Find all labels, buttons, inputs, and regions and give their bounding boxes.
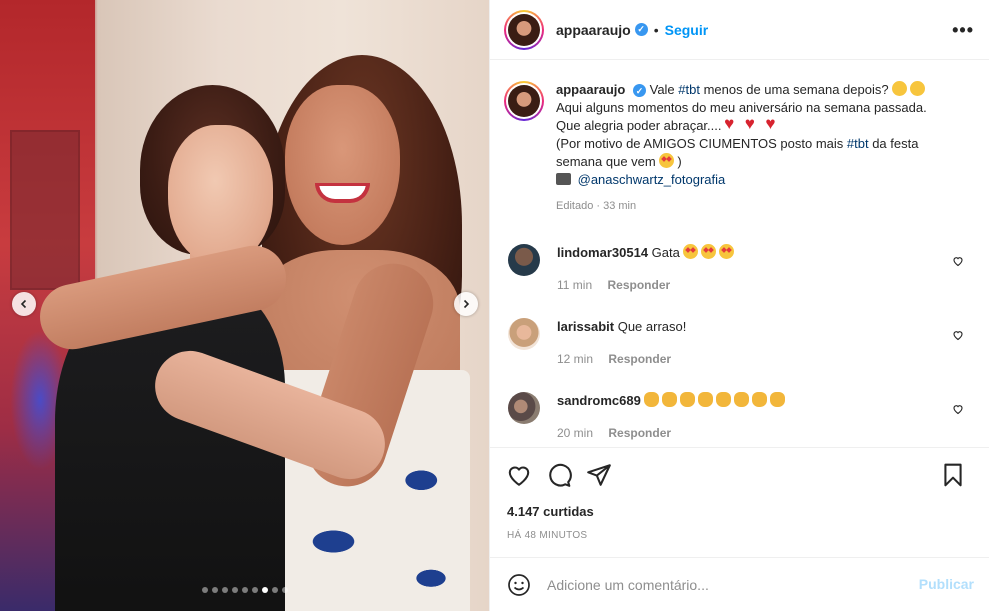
hashtag-link[interactable]: #tbt [678,82,700,97]
commenter-avatar[interactable] [508,244,540,276]
carousel-dot [221,587,228,593]
clapping-hands-icon [716,392,732,407]
clapping-hands-icon [662,392,678,407]
carousel-next-button[interactable] [454,292,478,316]
caption-meta: Editado · 33 min [556,200,637,212]
carousel-dot [241,587,248,593]
bookmark-icon [944,463,962,487]
caption-text: ) [677,154,682,169]
thinking-face-icon [892,81,908,96]
star-eyes-face-icon [659,153,675,168]
like-comment-button[interactable] [952,254,964,267]
reply-button[interactable]: Responder [607,278,670,292]
reply-button[interactable]: Responder [608,352,671,366]
commenter-username[interactable]: larissabit [557,319,614,334]
clapping-hands-icon [752,392,768,407]
caption-line: Aqui alguns momentos do meu aniversário … [556,100,927,115]
publish-button[interactable]: Publicar [919,576,974,592]
clapping-hands-icon [770,392,786,407]
comment-time: 11 min [557,278,593,292]
instagram-post: appaaraujo ✓ • Seguir ••• appaaraujo ✓ V… [0,0,989,611]
hashtag-link[interactable]: #tbt [847,136,869,151]
carousel-dot [281,587,288,593]
reply-button[interactable]: Responder [608,426,671,440]
clapping-hands-icon [644,392,660,407]
author-username[interactable]: appaaraujo [556,22,631,38]
carousel-dot [201,587,208,593]
camera-icon [556,173,571,185]
heart-outline-icon [953,331,963,341]
post-timestamp: HÁ 48 MINUTOS [507,530,588,541]
commenter-username[interactable]: lindomar30514 [557,245,648,260]
heart-icon [508,466,530,486]
heart-outline-icon [953,405,963,415]
share-button[interactable] [586,462,612,488]
commenter-avatar[interactable] [508,392,540,424]
caption-text: da festa [868,136,919,151]
carousel-prev-button[interactable] [12,292,36,316]
chevron-left-icon [20,299,27,309]
caption-text: (Por motivo de AMIGOS CIUMENTOS posto ma… [556,136,847,151]
comment-item: sandromc689 20 min Responder [508,392,978,442]
clapping-hands-icon [698,392,714,407]
clapping-hands-icon [734,392,750,407]
chevron-right-icon [463,299,470,309]
carousel-dot [261,587,268,593]
carousel-indicator [0,587,489,593]
comment-item: lindomar30514 Gata 11 min Responder [508,244,978,294]
like-comment-button[interactable] [952,402,964,415]
heart-icon [724,115,739,132]
carousel-dot [271,587,278,593]
like-comment-button[interactable] [952,328,964,341]
caption-avatar[interactable] [504,81,544,121]
post-side-panel: appaaraujo ✓ • Seguir ••• appaaraujo ✓ V… [489,0,989,611]
post-actions: 4.147 curtidas HÁ 48 MINUTOS [490,447,989,557]
comment-time: 20 min [557,426,594,440]
post-header: appaaraujo ✓ • Seguir ••• [490,0,989,60]
grinning-face-icon [910,81,926,96]
commenter-avatar[interactable] [508,318,540,350]
more-options-icon[interactable]: ••• [952,20,974,41]
caption-line: Que alegria poder abraçar.... [556,118,722,133]
comment-button[interactable] [546,462,572,488]
verified-badge-icon: ✓ [634,23,648,36]
header-separator: • [653,21,659,38]
caption-username[interactable]: appaaraujo [556,82,625,97]
post-caption: appaaraujo ✓ Vale #tbt menos de uma sema… [504,81,974,215]
clapping-hands-icon [680,392,696,407]
caption-text: semana que vem [556,154,656,169]
commenter-username[interactable]: sandromc689 [557,393,641,408]
carousel-dot [211,587,218,593]
comment-time: 12 min [557,352,594,366]
speech-bubble-icon [549,463,572,487]
comments-section: appaaraujo ✓ Vale #tbt menos de uma sema… [490,61,989,446]
verified-badge-icon: ✓ [632,84,646,98]
save-button[interactable] [940,462,966,488]
comment-text: Que arraso! [617,319,687,334]
carousel-dot [251,587,258,593]
star-eyes-face-icon [719,244,735,259]
caption-text: menos de uma semana depois? [699,82,889,97]
like-button[interactable] [506,462,532,488]
caption-text: Vale [649,82,679,97]
star-eyes-face-icon [683,244,699,259]
emoji-picker-icon[interactable] [507,573,531,597]
comment-input[interactable] [547,576,907,593]
author-avatar[interactable] [504,9,544,50]
add-comment-bar: Publicar [490,557,989,611]
heart-icon [745,115,760,132]
comment-item: larissabit Que arraso! 12 min Responder [508,318,978,368]
star-eyes-face-icon [701,244,717,259]
comment-text: Gata [651,245,680,260]
post-photo[interactable] [0,0,489,611]
paper-plane-icon [587,464,611,486]
likes-count[interactable]: 4.147 curtidas [507,504,594,519]
heart-icon [765,115,780,132]
carousel-dot [231,587,238,593]
mention-link[interactable]: @anaschwartz_fotografia [578,172,726,187]
heart-outline-icon [953,257,963,267]
follow-button[interactable]: Seguir [665,22,709,38]
